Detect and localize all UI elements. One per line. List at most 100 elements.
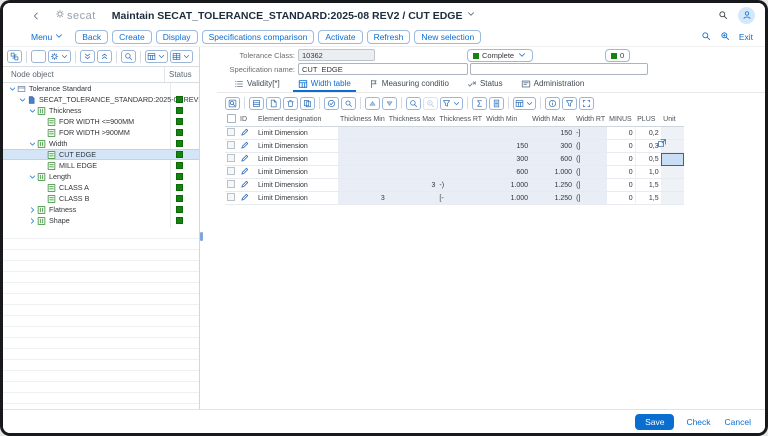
tab-administration[interactable]: Administration [512,75,594,92]
cell[interactable]: 0 [607,192,635,205]
advanced-search-icon[interactable] [720,31,730,43]
row-select-cell[interactable] [225,179,238,192]
unit-cell-selected[interactable] [661,153,684,166]
tree-item-thickness[interactable]: Thickness [3,105,199,116]
row-checkbox[interactable] [227,167,235,175]
new-doc-icon[interactable] [266,97,281,110]
pencil-icon[interactable] [240,192,250,202]
cell[interactable]: 1,5 [635,192,661,205]
funnel-icon[interactable] [440,97,463,110]
new-selection-button[interactable]: New selection [414,30,481,44]
refresh-button[interactable]: Refresh [367,30,411,44]
cell[interactable]: 1,5 [635,179,661,192]
cell[interactable]: 0 [607,153,635,166]
tab-measuring-conditio[interactable]: Measuring conditio [360,75,458,92]
tree-item-secat-tolerance-standard-2025-08-rev2[interactable]: SECAT_TOLERANCE_STANDARD:2025-08 REV2 [3,94,199,105]
completeness-dropdown[interactable]: Complete [467,49,533,62]
pencil-icon[interactable] [240,153,250,163]
tri-down-icon[interactable] [382,97,397,110]
fullscreen-icon[interactable] [579,97,594,110]
find-icon[interactable] [121,50,136,63]
search-box-icon[interactable] [225,97,240,110]
chevron-right-icon[interactable] [28,205,37,215]
unit-cell[interactable] [661,179,684,192]
title-chevron-down-icon[interactable] [466,9,476,22]
display-icon[interactable] [341,97,356,110]
tree-item-class-a[interactable]: CLASS A [3,182,199,193]
insert-row-icon[interactable] [249,97,264,110]
views-icon[interactable] [513,97,536,110]
unit-cell[interactable] [661,192,684,205]
row-edit-cell[interactable] [238,166,256,179]
cell[interactable]: 0 [607,127,635,140]
chevron-down-icon[interactable] [28,139,37,149]
cell[interactable]: 1,0 [635,166,661,179]
exit-link[interactable]: Exit [739,32,753,42]
row-edit-cell[interactable] [238,153,256,166]
pencil-icon[interactable] [240,166,250,176]
cancel-button[interactable]: Cancel [723,415,753,429]
tree-item-flatness[interactable]: Flatness [3,204,199,215]
tree-item-for-width-900mm[interactable]: FOR WIDTH >900MM [3,127,199,138]
content-search-icon[interactable] [701,31,711,43]
select-all-checkbox[interactable] [227,114,236,123]
tree-item-shape[interactable]: Shape [3,215,199,226]
chevron-down-icon[interactable] [8,84,17,94]
tree-item-width[interactable]: Width [3,138,199,149]
back-button[interactable]: Back [75,30,108,44]
row-checkbox[interactable] [227,180,235,188]
check-button[interactable]: Check [684,415,712,429]
tab-status[interactable]: Status [458,75,512,92]
chevron-down-icon[interactable] [18,95,27,105]
copy-icon[interactable] [300,97,315,110]
pencil-icon[interactable] [240,127,250,137]
pencil-icon[interactable] [240,179,250,189]
tri-up-icon[interactable] [365,97,380,110]
tab-validity-[interactable]: Validity[*] [225,75,289,92]
chevron-right-icon[interactable] [28,216,37,226]
tree-item-length[interactable]: Length [3,171,199,182]
row-select-cell[interactable] [225,127,238,140]
tree-item-mill-edge[interactable]: MILL EDGE [3,160,199,171]
cell[interactable]: 0,5 [635,153,661,166]
open-value-help-icon[interactable] [657,138,667,150]
collapse-all-icon[interactable] [97,50,112,63]
avatar[interactable] [738,7,755,24]
unit-cell[interactable] [661,166,684,179]
pencil-icon[interactable] [240,140,250,150]
row-edit-cell[interactable] [238,127,256,140]
tree-item-class-b[interactable]: CLASS B [3,193,199,204]
menu-button[interactable]: Menu [31,31,64,43]
settings-icon[interactable] [48,50,71,63]
row-checkbox[interactable] [227,193,235,201]
row-select-cell[interactable] [225,140,238,153]
activate-button[interactable]: Activate [318,30,362,44]
find-icon[interactable] [406,97,421,110]
cell[interactable]: 0 [607,179,635,192]
info-icon[interactable] [545,97,560,110]
message-counter-button[interactable]: 0 [605,49,630,62]
back-chevron-icon[interactable] [31,11,41,21]
specification-extra-input[interactable] [470,63,648,75]
specifications-comparison-button[interactable]: Specifications comparison [202,30,315,44]
delete-icon[interactable] [31,50,46,63]
shell-search-icon[interactable] [718,10,728,22]
tree-item-tolerance-standard[interactable]: Tolerance Standard [3,83,199,94]
row-select-cell[interactable] [225,192,238,205]
save-button[interactable]: Save [635,414,674,430]
cell[interactable]: 0 [607,140,635,153]
trash-icon[interactable] [283,97,298,110]
row-select-cell[interactable] [225,153,238,166]
cell[interactable]: 0 [607,166,635,179]
row-edit-cell[interactable] [238,179,256,192]
layout-icon[interactable] [170,50,193,63]
chevron-down-icon[interactable] [28,106,37,116]
select-all-header[interactable] [225,113,238,127]
splitter-handle[interactable] [200,232,203,241]
tab-width-table[interactable]: Width table [289,75,360,92]
panel-splitter[interactable] [200,47,217,410]
row-checkbox[interactable] [227,154,235,162]
specification-name-input[interactable] [298,63,468,75]
check-circle-icon[interactable] [324,97,339,110]
export-icon[interactable] [489,97,504,110]
